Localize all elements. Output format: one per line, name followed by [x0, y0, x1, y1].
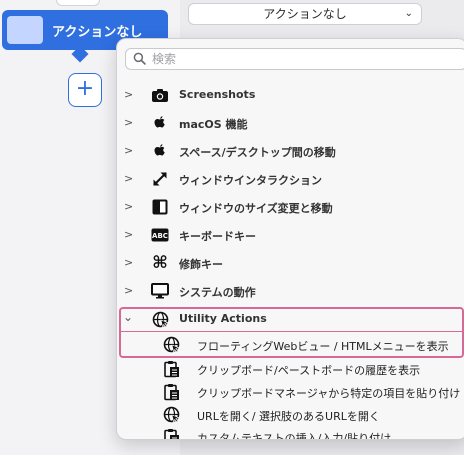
monitor-icon: [151, 282, 169, 300]
category-modifier-keys[interactable]: > ⌘ 修飾キー: [117, 249, 464, 277]
utility-item-label: クリップボードマネージャから特定の項目を貼り付け: [197, 387, 461, 400]
category-label: 修飾キー: [179, 258, 223, 271]
svg-text:ABC: ABC: [152, 232, 168, 240]
apple-icon: [151, 114, 169, 132]
category-label: Screenshots: [179, 88, 256, 101]
resize-arrows-icon: [151, 170, 169, 188]
chevron-right-icon[interactable]: >: [124, 228, 133, 241]
utility-item-open-url[interactable]: URLを開く/ 選択肢のあるURLを開く: [117, 403, 464, 427]
search-field[interactable]: [125, 48, 464, 70]
category-keyboard-keys[interactable]: > ABC キーボードキー: [117, 221, 464, 249]
globe-cursor-icon: [163, 336, 180, 353]
chevron-right-icon[interactable]: >: [124, 172, 133, 185]
utility-item-label: URLを開く/ 選択肢のあるURLを開く: [197, 410, 380, 423]
chevron-down-icon: ⌄: [404, 8, 413, 19]
utility-item-paste-from-manager[interactable]: クリップボードマネージャから特定の項目を貼り付け: [117, 380, 464, 404]
chevron-right-icon[interactable]: >: [124, 284, 133, 297]
camera-icon: [151, 86, 169, 104]
utility-item-clipboard-history[interactable]: クリップボード/ペーストボードの履歴を表示: [117, 357, 464, 381]
category-macos-features[interactable]: > macOS 機能: [117, 109, 464, 137]
globe-cursor-icon: [163, 406, 180, 423]
action-dropdown-label: アクションなし: [263, 7, 347, 21]
add-action-button[interactable]: +: [68, 73, 102, 107]
utility-item-label: フローティングWebビュー / HTMLメニューを表示: [197, 340, 449, 353]
category-screenshots[interactable]: > Screenshots: [117, 81, 464, 109]
search-input[interactable]: [152, 51, 452, 67]
category-label: ウィンドウのサイズ変更と移動: [179, 202, 333, 215]
window-split-icon: [151, 198, 169, 216]
action-thumbnail: [7, 16, 43, 44]
action-dropdown[interactable]: アクションなし ⌄: [188, 3, 422, 25]
category-label: ウィンドウインタラクション: [179, 174, 322, 187]
chevron-right-icon[interactable]: >: [124, 200, 133, 213]
abc-key-icon: ABC: [151, 226, 169, 244]
utility-item-floating-webview[interactable]: フローティングWebビュー / HTMLメニューを表示: [117, 333, 464, 357]
utility-item-insert-custom-text[interactable]: カスタムテキストの挿入/入力/貼り付け: [117, 425, 464, 440]
search-icon: [133, 52, 146, 65]
apple-icon: [151, 142, 169, 160]
category-window-resize-move[interactable]: > ウィンドウのサイズ変更と移動: [117, 193, 464, 221]
chevron-down-icon[interactable]: ⌄: [123, 310, 133, 324]
clipboard-icon: [163, 383, 180, 400]
chevron-right-icon[interactable]: >: [124, 256, 133, 269]
globe-cursor-icon: [151, 310, 169, 328]
clipboard-icon: [163, 428, 180, 439]
category-label: macOS 機能: [179, 118, 248, 131]
clipboard-icon: [163, 360, 180, 377]
chevron-right-icon[interactable]: >: [124, 88, 133, 101]
previous-item-fragment: [56, 0, 100, 6]
category-spaces-desktop[interactable]: > スペース/デスクトップ間の移動: [117, 137, 464, 165]
category-utility-actions[interactable]: ⌄ Utility Actions: [117, 305, 464, 333]
category-label: システムの動作: [179, 286, 256, 299]
category-system-actions[interactable]: > システムの動作: [117, 277, 464, 305]
annotation-divider: [121, 331, 462, 332]
category-window-interaction[interactable]: > ウィンドウインタラクション: [117, 165, 464, 193]
category-label: Utility Actions: [179, 312, 267, 325]
category-label: キーボードキー: [179, 230, 256, 243]
chevron-right-icon[interactable]: >: [124, 116, 133, 129]
utility-item-label: カスタムテキストの挿入/入力/貼り付け: [197, 432, 392, 440]
command-key-icon: ⌘: [152, 253, 168, 273]
utility-item-label: クリップボード/ペーストボードの履歴を表示: [197, 364, 421, 377]
chevron-right-icon[interactable]: >: [124, 144, 133, 157]
category-label: スペース/デスクトップ間の移動: [179, 146, 336, 159]
card-pointer: [71, 45, 89, 63]
action-picker-popup: > Screenshots > macOS 機能 > スペース/デスクトップ間の…: [116, 38, 464, 440]
